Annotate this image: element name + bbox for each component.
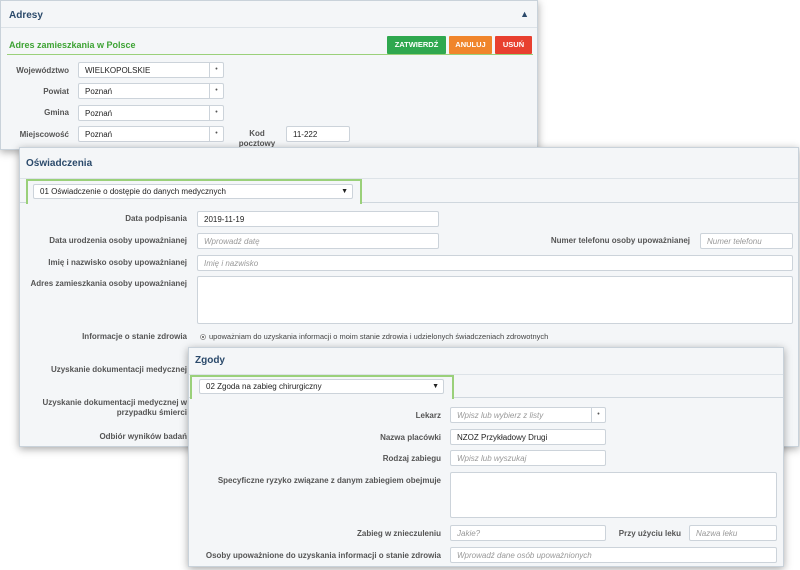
osoby-input[interactable]: Wprowadź dane osób upoważnionych [450,547,777,563]
confirm-button[interactable]: ZATWIERDŹ [387,36,446,54]
miejscowosc-value: Poznań [85,130,113,139]
data-podpisania-input[interactable]: 2019-11-19 [197,211,439,227]
uzyskanie-label: Uzyskanie dokumentacji medycznej [50,365,187,374]
miejscowosc-label: Miejscowość [19,130,69,139]
zgoda-value: 02 Zgoda na zabieg chirurgiczny [206,382,322,391]
placowka-input[interactable]: NZOZ Przykładowy Drugi [450,429,606,445]
rodzaj-zabiegu-label: Rodzaj zabiegu [382,454,441,463]
kod-label-line1: Kod [249,129,265,138]
section-underline [7,54,533,55]
telefon-label: Numer telefonu osoby upoważnianej [550,236,690,245]
ryzyko-textarea[interactable] [450,472,777,518]
odbior-label: Odbiór wyników badań [99,432,187,441]
kod-pocztowy-input[interactable]: 11-222 [286,126,350,142]
telefon-input[interactable]: Numer telefonu [700,233,793,249]
lek-label: Przy użyciu leku [618,529,681,538]
dropdown-icon: • [591,408,605,422]
zgody-panel: Zgody 02 Zgoda na zabieg chirurgiczny ▼ … [188,347,784,567]
oswiadczenie-select[interactable]: 01 Oświadczenie o dostępie do danych med… [33,184,353,199]
adres-textarea[interactable] [197,276,793,324]
chevron-down-icon: ▼ [432,383,439,390]
delete-button[interactable]: USUŃ [495,36,532,54]
chevron-down-icon: ▼ [341,188,348,195]
oswiadczenie-value: 01 Oświadczenie o dostępie do danych med… [40,187,226,196]
gmina-select[interactable]: Poznań • [78,105,224,121]
uzyskanie-smierc-line2: przypadku śmierci [116,408,187,417]
lek-input[interactable]: Nazwa leku [689,525,777,541]
lekarz-placeholder: Wpisz lub wybierz z listy [457,411,544,420]
uzyskanie-smierc-label: Uzyskanie dokumentacji medycznej w przyp… [30,398,188,418]
znieczulenie-label: Zabieg w znieczuleniu [356,529,441,538]
lekarz-select[interactable]: Wpisz lub wybierz z listy • [450,407,606,423]
dropdown-icon: • [209,106,223,120]
ryzyko-label: Specyficzne ryzyko związane z danym zabi… [217,476,441,485]
osoby-label: Osoby upoważnione do uzyskania informacj… [205,551,441,560]
oswiadczenia-title: Oświadczenia [26,158,93,169]
placowka-label: Nazwa placówki [380,433,441,442]
data-podpisania-label: Data podpisania [125,214,187,223]
miejscowosc-select[interactable]: Poznań • [78,126,224,142]
informacje-radio[interactable] [200,334,206,340]
imie-nazwisko-input[interactable]: Imię i nazwisko [197,255,793,271]
powiat-select[interactable]: Poznań • [78,83,224,99]
gmina-value: Poznań [85,109,113,118]
rodzaj-zabiegu-input[interactable]: Wpisz lub wyszukaj [450,450,606,466]
adres-label: Adres zamieszkania osoby upoważnianej [30,279,188,288]
lekarz-label: Lekarz [415,411,441,420]
uzyskanie-smierc-line1: Uzyskanie dokumentacji medycznej w [42,398,188,407]
znieczulenie-input[interactable]: Jakie? [450,525,606,541]
powiat-value: Poznań [85,87,113,96]
section-title: Adres zamieszkania w Polsce [9,40,136,50]
zgody-title: Zgody [195,355,225,366]
cancel-button[interactable]: ANULUJ [449,36,492,54]
wojewodztwo-label: Województwo [16,66,69,75]
wojewodztwo-select[interactable]: WIELKOPOLSKIE • [78,62,224,78]
adresy-panel: Adresy ▲ Adres zamieszkania w Polsce ZAT… [0,0,538,150]
gmina-label: Gmina [44,108,69,117]
informacje-option-label: upoważniam do uzyskania informacji o moi… [209,332,549,341]
kod-label: Kod pocztowy [237,129,277,149]
dropdown-icon: • [209,63,223,77]
collapse-icon[interactable]: ▲ [520,9,529,19]
informacje-label: Informacje o stanie zdrowia [82,332,187,341]
dropdown-icon: • [209,84,223,98]
data-urodzenia-label: Data urodzenia osoby upoważnianej [49,236,187,245]
adresy-title: Adresy [9,10,43,21]
dropdown-icon: • [209,127,223,141]
imie-nazwisko-label: Imię i nazwisko osoby upoważnianej [48,258,187,267]
wojewodztwo-value: WIELKOPOLSKIE [85,66,151,75]
zgoda-select[interactable]: 02 Zgoda na zabieg chirurgiczny ▼ [199,379,444,394]
divider [1,27,537,28]
powiat-label: Powiat [43,87,69,96]
data-urodzenia-input[interactable]: Wprowadź datę [197,233,439,249]
